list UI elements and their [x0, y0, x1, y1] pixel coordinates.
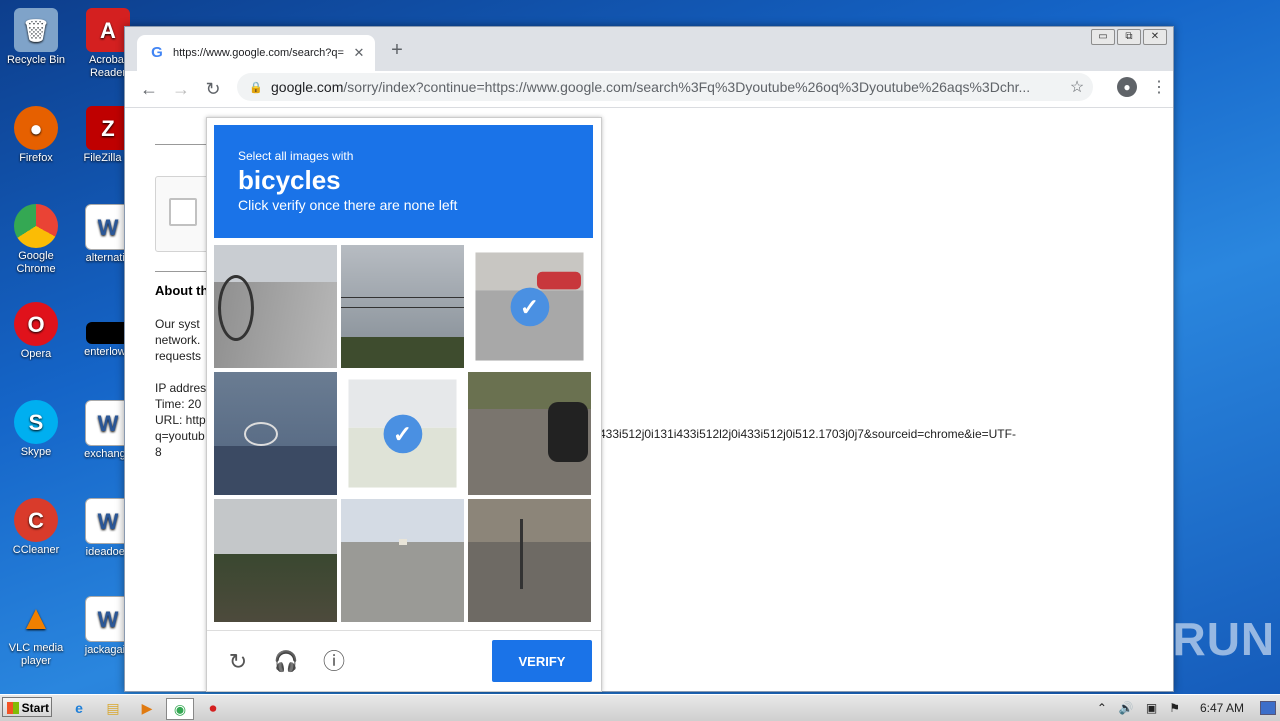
chrome-icon — [14, 204, 58, 248]
toolbar-right: ● ⋮ — [1117, 77, 1167, 97]
desktop-icon-chrome[interactable]: Google Chrome — [0, 204, 72, 276]
target-object: bicycles — [238, 165, 341, 195]
vlc-icon: ▲ — [19, 598, 53, 637]
desktop-icon-label: Firefox — [19, 152, 53, 164]
image-tile-7[interactable] — [214, 499, 337, 622]
desktop-icon-opera[interactable]: O Opera — [0, 302, 72, 361]
explanation-text: Our syst network. requests IP addres Tim… — [155, 317, 207, 459]
internet-explorer-icon[interactable]: e — [66, 698, 92, 718]
desktop-icon-firefox[interactable]: ● Firefox — [0, 106, 72, 165]
image-tile-8[interactable] — [341, 499, 464, 622]
volume-icon[interactable]: 🔊 — [1119, 701, 1134, 715]
url-path: /sorry/index?continue=https://www.google… — [343, 79, 1031, 95]
browser-menu-icon[interactable]: ⋮ — [1151, 77, 1167, 97]
start-label: Start — [21, 701, 49, 715]
network-icon[interactable]: ▣ — [1146, 701, 1157, 715]
show-desktop-button[interactable] — [1260, 701, 1276, 715]
desktop-icon-label: VLC media player — [8, 642, 64, 667]
image-tile-3[interactable]: ✓ — [475, 252, 584, 361]
selected-check-icon: ✓ — [510, 287, 549, 326]
url-tail-text: 433i512j0i131i433i512l2j0i433i512j0i512.… — [599, 427, 1016, 441]
desktop-icon-label: Recycle Bin — [6, 54, 66, 66]
new-tab-button[interactable]: + — [387, 40, 407, 61]
image-tile-9[interactable] — [468, 499, 591, 622]
tab-title: https://www.google.com/search?q= — [173, 47, 344, 59]
profile-avatar-icon[interactable]: ● — [1117, 77, 1137, 97]
close-window-button[interactable]: ✕ — [1143, 29, 1167, 45]
recycle-bin-icon: 🗑 — [14, 8, 58, 52]
desktop-icon-label: CCleaner — [12, 544, 60, 556]
image-tile-4[interactable] — [214, 372, 337, 495]
about-heading: About th — [155, 283, 209, 298]
action-center-flag-icon[interactable]: ⚑ — [1169, 701, 1180, 715]
restore-button[interactable]: ⧉ — [1117, 29, 1141, 45]
desktop-icon-ccleaner[interactable]: C CCleaner — [0, 498, 72, 557]
recaptcha-challenge: Select all images with bicycles Click ve… — [206, 117, 602, 692]
file-explorer-icon[interactable]: ▤ — [100, 698, 126, 718]
info-icon[interactable]: ⓘ — [321, 649, 347, 675]
skype-icon: S — [14, 400, 58, 444]
recaptcha-checkbox[interactable] — [169, 198, 197, 226]
recaptcha-checkbox-container — [155, 176, 213, 252]
stop-icon[interactable]: ⏺ — [200, 698, 226, 718]
forward-button[interactable]: → — [165, 79, 197, 100]
challenge-footer: ↻ 🎧 ⓘ VERIFY — [207, 630, 601, 692]
tab-strip: G https://www.google.com/search?q= ✕ + ▭… — [125, 27, 1173, 71]
google-favicon-icon: G — [151, 44, 163, 61]
opera-icon: O — [14, 302, 58, 346]
tab-close-icon[interactable]: ✕ — [349, 45, 369, 61]
back-button[interactable]: ← — [133, 79, 165, 100]
instruction-sub: Click verify once there are none left — [238, 197, 458, 213]
desktop-icon-vlc[interactable]: ▲ VLC media player — [0, 596, 72, 668]
desktop-icon-label: Skype — [20, 446, 52, 458]
chrome-taskbar-icon[interactable]: ◉ — [166, 698, 194, 720]
address-bar[interactable]: 🔒 google.com/sorry/index?continue=https:… — [237, 73, 1093, 101]
tab-google-search[interactable]: G https://www.google.com/search?q= ✕ — [137, 35, 375, 71]
challenge-header: Select all images with bicycles Click ve… — [214, 125, 593, 238]
window-controls: ▭ ⧉ ✕ — [1091, 29, 1167, 45]
reload-button[interactable]: ↻ — [197, 79, 229, 100]
windows-logo-icon — [7, 702, 19, 714]
url-host: google.com — [271, 79, 344, 95]
image-grid: ✓ ✓ — [214, 245, 593, 622]
selected-check-icon: ✓ — [383, 414, 422, 453]
desktop-icon-label: Google Chrome — [16, 250, 56, 275]
minimize-button[interactable]: ▭ — [1091, 29, 1115, 45]
audio-challenge-icon[interactable]: 🎧 — [273, 649, 299, 675]
media-player-icon[interactable]: ▶ — [134, 698, 160, 718]
tray-expand-icon[interactable]: ⌃ — [1097, 701, 1107, 715]
start-button[interactable]: Start — [2, 697, 52, 717]
instruction-small: Select all images with — [238, 149, 354, 163]
address-url: google.com/sorry/index?continue=https://… — [271, 79, 1065, 95]
taskbar: Start e ▤ ▶ ◉ ⏺ ⌃ 🔊 ▣ ⚑ 6:47 AM — [0, 694, 1280, 721]
ccleaner-icon: C — [14, 498, 58, 542]
image-tile-1[interactable] — [214, 245, 337, 368]
verify-button[interactable]: VERIFY — [492, 640, 592, 682]
reload-challenge-icon[interactable]: ↻ — [225, 649, 251, 675]
system-tray: ⌃ 🔊 ▣ ⚑ 6:47 AM — [1091, 695, 1280, 721]
desktop-icons: 🗑 Recycle Bin A Acrobat Reader ● Firefox… — [0, 0, 140, 690]
anyrun-watermark: ANY▷RUN — [1036, 613, 1276, 665]
lock-icon: 🔒 — [249, 81, 263, 94]
bookmark-star-icon[interactable]: ☆ — [1065, 77, 1089, 97]
desktop-icon-label: Opera — [20, 348, 52, 360]
image-tile-5[interactable]: ✓ — [348, 379, 457, 488]
desktop-icon-skype[interactable]: S Skype — [0, 400, 72, 459]
desktop-icon-recycle-bin[interactable]: 🗑 Recycle Bin — [0, 8, 72, 67]
clock[interactable]: 6:47 AM — [1200, 701, 1244, 715]
firefox-icon: ● — [14, 106, 58, 150]
image-tile-6[interactable] — [468, 372, 591, 495]
image-tile-2[interactable] — [341, 245, 464, 368]
